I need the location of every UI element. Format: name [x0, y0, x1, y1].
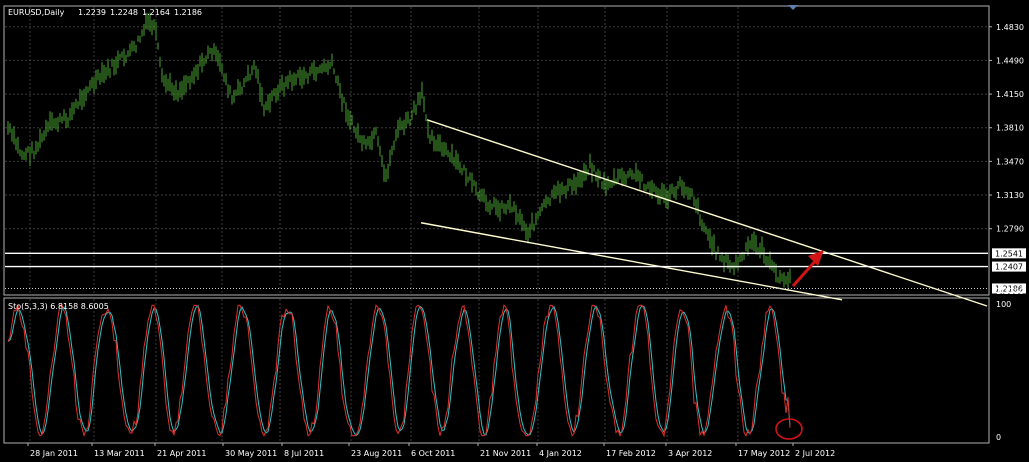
stoch-signal-line: [7, 304, 791, 437]
ohlc-close: 1.2186: [174, 8, 202, 17]
price-tick-label: 1.3470: [996, 157, 1024, 166]
oversold-circle[interactable]: [775, 418, 803, 440]
stoch-tick-0: 0: [996, 433, 1001, 442]
channel-upper-line[interactable]: [426, 119, 988, 307]
stochastic-lines: [7, 303, 791, 438]
time-axis-label: 8 Jul 2011: [284, 449, 324, 458]
stoch-panel[interactable]: [3, 297, 990, 444]
price-tick-label: 1.4830: [996, 23, 1024, 32]
price-candles: [7, 12, 791, 291]
price-panel[interactable]: [3, 5, 990, 296]
time-axis-label: 13 Mar 2011: [94, 449, 145, 458]
time-axis-label: 4 Jan 2012: [539, 449, 582, 458]
symbol-title: EURUSD,Daily: [8, 8, 65, 17]
stoch-title: Sto(5,3,3) 6.8158 8.6005: [8, 302, 109, 311]
price-tick-label: 1.4150: [996, 90, 1024, 99]
stoch-tick-100: 100: [996, 300, 1011, 309]
price-tick-label: 1.2790: [996, 225, 1024, 234]
time-axis-label: 23 Aug 2011: [351, 449, 402, 458]
axes-labels: 1.4830 1.4490 1.4150 1.3810 1.3470 1.3130 1.27…: [27, 23, 1026, 458]
price-tick-label: 1.3130: [996, 191, 1024, 200]
time-axis-label: 2 Jul 2012: [795, 449, 835, 458]
stoch-main-line: [7, 303, 791, 438]
ohlc-open: 1.2239: [78, 8, 106, 17]
time-axis-label: 30 May 2011: [225, 449, 277, 458]
chart-window[interactable]: 1.4830 1.4490 1.4150 1.3810 1.3470 1.3130 1.27…: [0, 0, 1029, 462]
time-axis-label: 17 May 2012: [738, 449, 790, 458]
ohlc-high: 1.2248: [110, 8, 138, 17]
time-axis-label: 21 Nov 2011: [480, 449, 531, 458]
overlay-objects: [5, 119, 988, 440]
time-axis-label: 17 Feb 2012: [606, 449, 656, 458]
scroll-marker-icon[interactable]: [788, 5, 798, 10]
channel-lower-line[interactable]: [420, 222, 843, 301]
price-tick-label: 1.3810: [996, 124, 1024, 133]
time-axis-label: 21 Apr 2011: [157, 449, 206, 458]
ohlc-low: 1.2164: [142, 8, 170, 17]
arrow-head-icon: [808, 250, 824, 266]
price-level-label: 1.2407: [995, 263, 1023, 272]
time-axis-label: 6 Oct 2011: [411, 449, 455, 458]
grid-lines: [5, 7, 988, 442]
price-scale-clipped-label: 1.2120: [996, 287, 1024, 296]
price-tick-label: 1.4490: [996, 56, 1024, 65]
time-axis-label: 28 Jan 2011: [30, 449, 78, 458]
price-level-label: 1.2541: [995, 249, 1023, 258]
time-axis-label: 3 Apr 2012: [668, 449, 712, 458]
